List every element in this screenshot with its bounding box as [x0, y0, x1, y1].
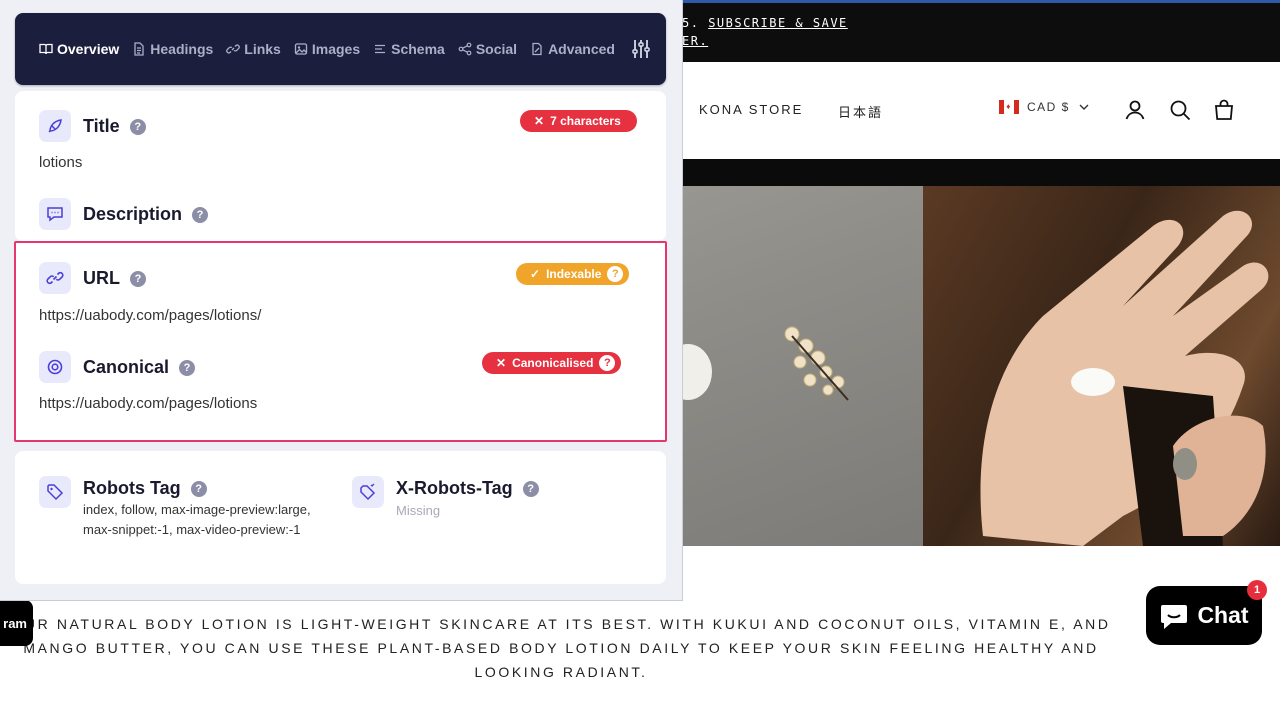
- tab-overview[interactable]: Overview: [39, 41, 119, 57]
- canonical-label: Canonical ?: [83, 357, 196, 378]
- url-value: https://uabody.com/pages/lotions/: [39, 307, 262, 324]
- url-label: URL ?: [83, 268, 146, 289]
- indexable-help-icon[interactable]: ?: [607, 266, 624, 282]
- announcement-prefix: 5.: [682, 16, 709, 30]
- tab-advanced[interactable]: Advanced: [530, 41, 615, 57]
- title-help-icon[interactable]: ?: [129, 118, 146, 135]
- robots-tag-label: Robots Tag ?: [83, 478, 207, 499]
- rocket-icon: [39, 110, 71, 142]
- announcement-text: 5. SUBSCRIBE & SAVE: [682, 16, 848, 30]
- canonicalised-text: Canonicalised: [512, 356, 594, 370]
- canonicalised-badge: ✕ Canonicalised ?: [482, 352, 622, 374]
- description-help-icon[interactable]: ?: [192, 206, 209, 223]
- instagram-tab[interactable]: ram: [0, 600, 33, 646]
- title-length-text: 7 characters: [550, 114, 621, 128]
- seo-extension-panel: Overview Headings Links Images Schema So…: [0, 0, 683, 601]
- product-description: OUR NATURAL BODY LOTION IS LIGHT-WEIGHT …: [11, 616, 1111, 680]
- title-label: Title ?: [83, 116, 146, 137]
- currency-label: CAD $: [1027, 100, 1070, 114]
- tab-label: Overview: [57, 41, 120, 57]
- list-icon: [375, 44, 386, 54]
- url-help-icon[interactable]: ?: [130, 270, 146, 287]
- robots-tag-value: index, follow, max-image-preview:large, …: [83, 502, 311, 537]
- tab-label: Social: [475, 41, 518, 57]
- chat-unread-badge: 1: [1247, 580, 1267, 600]
- close-icon: ✕: [534, 114, 545, 128]
- tab-images[interactable]: Images: [294, 41, 360, 57]
- title-description-card: Title ? ✕ 7 characters lotions Descripti…: [15, 91, 666, 241]
- x-robots-tag-label: X-Robots-Tag ?: [396, 478, 539, 499]
- close-icon: ✕: [496, 356, 507, 370]
- title-length-badge: ✕ 7 characters: [520, 110, 637, 132]
- tag-icon: [39, 476, 71, 508]
- share-icon: [458, 42, 472, 56]
- seo-tab-bar: Overview Headings Links Images Schema So…: [15, 13, 666, 85]
- link-icon: [226, 44, 241, 54]
- url-canonical-card: URL ? ✓ Indexable ? https://uabody.com/p…: [14, 241, 667, 442]
- check-icon: ✓: [530, 267, 541, 281]
- tab-label: Images: [311, 41, 361, 57]
- message-icon: [39, 198, 71, 230]
- tab-headings[interactable]: Headings: [132, 41, 213, 57]
- robots-card: Robots Tag ? index, follow, max-image-pr…: [15, 451, 666, 584]
- x-robots-tag-value: Missing: [396, 503, 441, 518]
- nav-kona-store[interactable]: KONA STORE: [699, 102, 803, 117]
- advanced-icon: [532, 42, 542, 56]
- book-icon: [39, 43, 53, 55]
- announcement-line2[interactable]: ER.: [682, 34, 708, 48]
- description-label: Description ?: [83, 204, 209, 225]
- tag-check-icon: [352, 476, 384, 508]
- search-icon[interactable]: [1168, 98, 1192, 122]
- chat-bubble-icon: [1161, 604, 1188, 629]
- nav-japanese[interactable]: 日本語: [838, 102, 883, 121]
- currency-selector[interactable]: ♦ CAD $: [999, 100, 1090, 114]
- chevron-down-icon: [1079, 104, 1089, 110]
- canonical-value: https://uabody.com/pages/lotions: [39, 395, 258, 412]
- subscribe-save-link[interactable]: SUBSCRIBE & SAVE: [708, 16, 848, 30]
- chat-label: Chat: [1197, 602, 1249, 628]
- robots-help-icon[interactable]: ?: [190, 480, 207, 497]
- hero-image-hand: [923, 186, 1280, 546]
- hand-illustration: [980, 210, 1269, 546]
- tab-links[interactable]: Links: [226, 41, 281, 57]
- cart-bag-icon[interactable]: [1212, 98, 1236, 122]
- tab-label: Links: [244, 41, 281, 57]
- document-icon: [134, 42, 144, 56]
- tab-label: Advanced: [548, 41, 615, 57]
- account-icon[interactable]: [1123, 98, 1147, 122]
- tab-label: Headings: [150, 41, 214, 57]
- title-value: lotions: [39, 154, 83, 171]
- tab-label: Schema: [391, 41, 445, 57]
- tab-social[interactable]: Social: [458, 41, 517, 57]
- link-icon: [39, 262, 71, 294]
- indexable-text: Indexable: [546, 267, 602, 281]
- tab-schema[interactable]: Schema: [373, 41, 445, 57]
- image-icon: [294, 43, 308, 55]
- indexable-badge: ✓ Indexable ?: [516, 263, 630, 285]
- canada-flag-icon: ♦: [999, 100, 1019, 114]
- target-icon: [39, 351, 71, 383]
- x-robots-help-icon[interactable]: ?: [522, 480, 539, 497]
- sliders-icon[interactable]: [630, 38, 652, 60]
- canonicalised-help-icon[interactable]: ?: [599, 355, 616, 371]
- canonical-help-icon[interactable]: ?: [179, 359, 196, 376]
- chat-button[interactable]: Chat: [1146, 586, 1262, 645]
